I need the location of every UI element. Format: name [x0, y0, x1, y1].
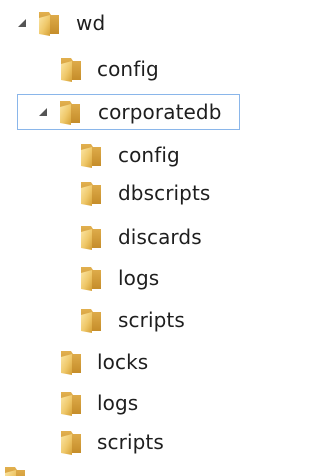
folder-icon — [76, 263, 106, 293]
tree-item-dbscripts[interactable]: dbscripts — [0, 176, 245, 210]
folder-icon — [56, 388, 86, 418]
partial-folder-icon — [2, 464, 30, 476]
folder-icon — [34, 8, 64, 38]
tree-item-locks[interactable]: locks — [0, 345, 245, 379]
folder-icon — [56, 54, 86, 84]
folder-icon — [76, 222, 106, 252]
tree-item-label: logs — [118, 266, 160, 290]
expanded-triangle-icon[interactable] — [37, 106, 49, 118]
folder-tree: wd config corporatedb config dbscripts d… — [0, 0, 245, 476]
tree-item-label: dbscripts — [118, 181, 211, 205]
tree-item-corporatedb[interactable]: corporatedb — [17, 94, 240, 130]
tree-item-logs[interactable]: logs — [0, 386, 245, 420]
tree-item-label: wd — [76, 11, 106, 35]
tree-item-label: scripts — [118, 308, 185, 332]
tree-item-label: scripts — [97, 430, 164, 454]
folder-icon — [76, 140, 106, 170]
folder-icon — [56, 427, 86, 457]
tree-item-logs[interactable]: logs — [0, 261, 245, 295]
tree-item-scripts[interactable]: scripts — [0, 425, 245, 459]
tree-item-discards[interactable]: discards — [0, 220, 245, 254]
expanded-triangle-icon[interactable] — [16, 17, 28, 29]
tree-item-wd[interactable]: wd — [0, 6, 245, 40]
tree-item-label: locks — [97, 350, 149, 374]
folder-icon — [76, 178, 106, 208]
tree-item-config[interactable]: config — [0, 138, 245, 172]
folder-icon — [55, 97, 85, 127]
folder-icon — [56, 347, 86, 377]
folder-icon — [76, 305, 106, 335]
tree-item-scripts[interactable]: scripts — [0, 303, 245, 337]
tree-item-label: config — [118, 143, 180, 167]
tree-item-label: config — [97, 57, 159, 81]
tree-item-label: discards — [118, 225, 202, 249]
tree-item-config[interactable]: config — [0, 52, 245, 86]
tree-item-label: corporatedb — [98, 100, 222, 124]
tree-item-label: logs — [97, 391, 139, 415]
